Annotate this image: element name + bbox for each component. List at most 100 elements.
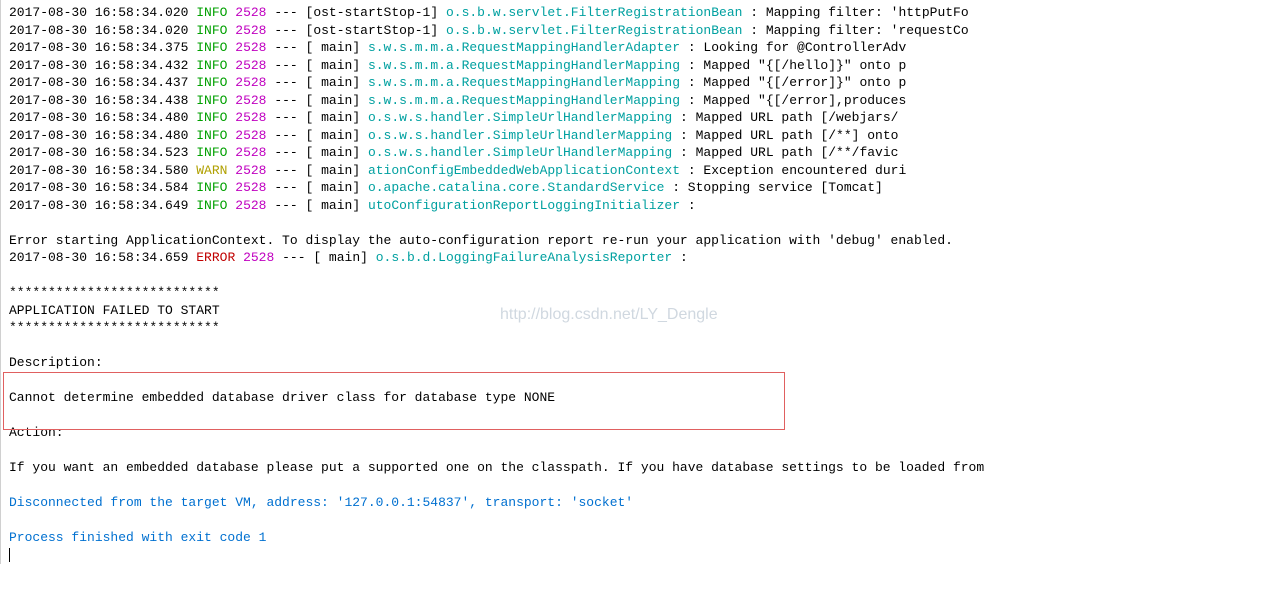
description-box: Cannot determine embedded database drive… (9, 372, 1280, 425)
separator: --- (274, 5, 297, 20)
logger: s.w.s.m.m.a.RequestMappingHandlerMapping (368, 93, 688, 108)
separator: --- (274, 128, 297, 143)
thread: [ost-startStop-1] (306, 5, 439, 20)
error-intro: Error starting ApplicationContext. To di… (9, 232, 1280, 250)
thread: [ost-startStop-1] (306, 23, 439, 38)
separator: --- (274, 75, 297, 90)
logger: o.s.w.s.handler.SimpleUrlHandlerMapping (368, 145, 680, 160)
logger: o.s.b.d.LoggingFailureAnalysisReporter (376, 250, 680, 265)
log-line: 2017-08-30 16:58:34.480 INFO 2528 --- [ … (9, 109, 1280, 127)
pid: 2528 (235, 198, 266, 213)
log-level: INFO (196, 58, 227, 73)
log-line: 2017-08-30 16:58:34.020 INFO 2528 --- [o… (9, 4, 1280, 22)
message: : Mapped "{[/error],produces (688, 93, 906, 108)
logger: o.s.w.s.handler.SimpleUrlHandlerMapping (368, 110, 680, 125)
log-level: INFO (196, 93, 227, 108)
log-line: 2017-08-30 16:58:34.584 INFO 2528 --- [ … (9, 179, 1280, 197)
thread: [ main] (306, 180, 361, 195)
pid: 2528 (243, 250, 274, 265)
logger: utoConfigurationReportLoggingInitializer (368, 198, 688, 213)
timestamp: 2017-08-30 16:58:34.020 (9, 5, 188, 20)
blank-line (9, 337, 1280, 355)
separator: --- (274, 145, 297, 160)
pid: 2528 (235, 40, 266, 55)
log-level: INFO (196, 145, 227, 160)
timestamp: 2017-08-30 16:58:34.438 (9, 93, 188, 108)
thread: [ main] (306, 198, 361, 213)
log-level: INFO (196, 75, 227, 90)
thread: [ main] (306, 145, 361, 160)
blank-line (9, 477, 1280, 495)
log-line: 2017-08-30 16:58:34.438 INFO 2528 --- [ … (9, 92, 1280, 110)
app-failed: APPLICATION FAILED TO START (9, 302, 1280, 320)
pid: 2528 (235, 128, 266, 143)
log-line: 2017-08-30 16:58:34.432 INFO 2528 --- [ … (9, 57, 1280, 75)
message: : Mapped "{[/hello]}" onto p (688, 58, 906, 73)
thread: [ main] (306, 93, 361, 108)
timestamp: 2017-08-30 16:58:34.480 (9, 110, 188, 125)
log-level: INFO (196, 23, 227, 38)
pid: 2528 (235, 75, 266, 90)
action-heading: Action: (9, 424, 1280, 442)
log-level: ERROR (196, 250, 235, 265)
logger: o.s.w.s.handler.SimpleUrlHandlerMapping (368, 128, 680, 143)
pid: 2528 (235, 163, 266, 178)
logger: o.s.b.w.servlet.FilterRegistrationBean (446, 5, 750, 20)
pid: 2528 (235, 180, 266, 195)
timestamp: 2017-08-30 16:58:34.020 (9, 23, 188, 38)
timestamp: 2017-08-30 16:58:34.584 (9, 180, 188, 195)
pid: 2528 (235, 145, 266, 160)
exit-line: Process finished with exit code 1 (9, 529, 1280, 547)
timestamp: 2017-08-30 16:58:34.580 (9, 163, 188, 178)
pid: 2528 (235, 58, 266, 73)
message: : Mapped URL path [/**] onto (680, 128, 898, 143)
logger: o.apache.catalina.core.StandardService (368, 180, 672, 195)
logger: s.w.s.m.m.a.RequestMappingHandlerAdapter (368, 40, 688, 55)
timestamp: 2017-08-30 16:58:34.659 (9, 250, 188, 265)
timestamp: 2017-08-30 16:58:34.480 (9, 128, 188, 143)
thread: [ main] (313, 250, 368, 265)
blank-line (9, 267, 1280, 285)
action-text: If you want an embedded database please … (9, 459, 1280, 477)
blank-line (9, 512, 1280, 530)
log-level: INFO (196, 180, 227, 195)
log-level: INFO (196, 40, 227, 55)
separator: --- (274, 163, 297, 178)
timestamp: 2017-08-30 16:58:34.432 (9, 58, 188, 73)
blank-line (9, 407, 1280, 425)
separator: --- (274, 180, 297, 195)
message: : (680, 250, 688, 265)
separator: --- (274, 198, 297, 213)
thread: [ main] (306, 163, 361, 178)
stars-line: *************************** (9, 319, 1280, 337)
log-line: 2017-08-30 16:58:34.375 INFO 2528 --- [ … (9, 39, 1280, 57)
timestamp: 2017-08-30 16:58:34.437 (9, 75, 188, 90)
thread: [ main] (306, 128, 361, 143)
log-level: INFO (196, 128, 227, 143)
thread: [ main] (306, 110, 361, 125)
log-line: 2017-08-30 16:58:34.580 WARN 2528 --- [ … (9, 162, 1280, 180)
disconnect-line: Disconnected from the target VM, address… (9, 494, 1280, 512)
description-heading: Description: (9, 354, 1280, 372)
timestamp: 2017-08-30 16:58:34.649 (9, 198, 188, 213)
log-level: INFO (196, 5, 227, 20)
message: : Stopping service [Tomcat] (672, 180, 883, 195)
pid: 2528 (235, 5, 266, 20)
pid: 2528 (235, 93, 266, 108)
log-level: INFO (196, 198, 227, 213)
pid: 2528 (235, 23, 266, 38)
message: : Exception encountered duri (688, 163, 906, 178)
separator: --- (274, 110, 297, 125)
separator: --- (274, 58, 297, 73)
log-line: 2017-08-30 16:58:34.523 INFO 2528 --- [ … (9, 144, 1280, 162)
timestamp: 2017-08-30 16:58:34.523 (9, 145, 188, 160)
log-line: 2017-08-30 16:58:34.437 INFO 2528 --- [ … (9, 74, 1280, 92)
thread: [ main] (306, 75, 361, 90)
timestamp: 2017-08-30 16:58:34.375 (9, 40, 188, 55)
message: : Mapping filter: 'httpPutFo (750, 5, 968, 20)
console-output[interactable]: 2017-08-30 16:58:34.020 INFO 2528 --- [o… (9, 4, 1280, 564)
blank-line (9, 372, 1280, 390)
thread: [ main] (306, 58, 361, 73)
blank-line (9, 214, 1280, 232)
separator: --- (274, 40, 297, 55)
